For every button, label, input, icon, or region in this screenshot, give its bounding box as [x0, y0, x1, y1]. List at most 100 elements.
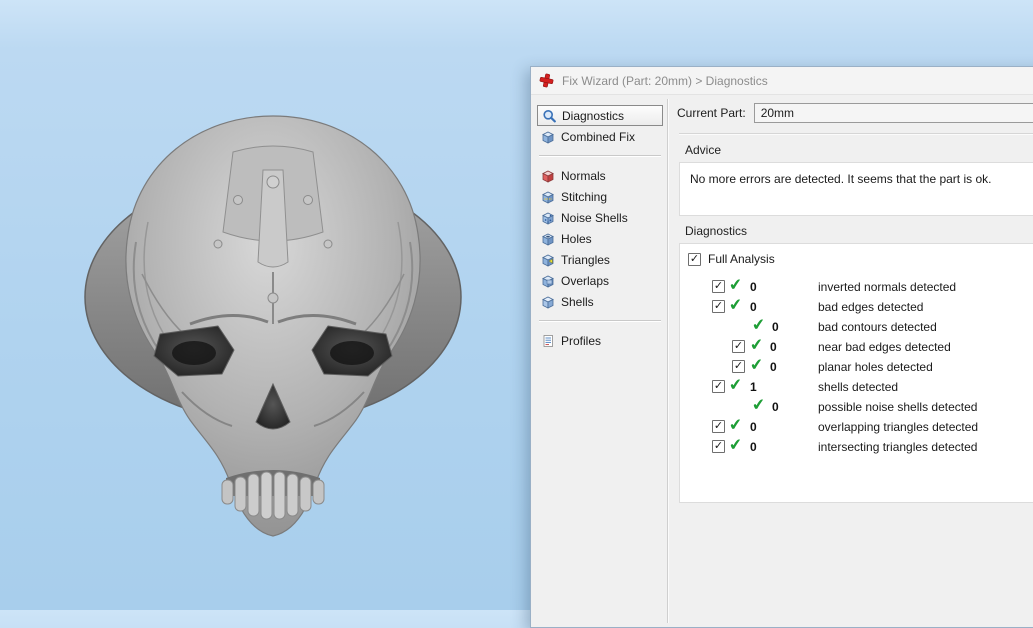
row-checkbox[interactable]: ✓ [712, 300, 725, 313]
row-count: 0 [750, 300, 757, 314]
full-analysis-row: ✓ Full Analysis [688, 250, 1033, 268]
status-ok-icon: ✔ [749, 356, 765, 375]
row-bad-edges: ✓ ✔ 0 bad edges detected [688, 296, 1033, 317]
row-intersecting-triangles: ✓ ✔ 0 intersecting triangles detected [688, 436, 1033, 457]
status-ok-icon: ✔ [728, 436, 744, 455]
row-count: 0 [750, 280, 757, 294]
check-glyph: ✓ [689, 252, 700, 265]
row-inverted-normals: ✓ ✔ 0 inverted normals detected [688, 276, 1033, 297]
row-possible-noise-shells: ✔ 0 possible noise shells detected [688, 396, 1033, 417]
section-divider [679, 133, 1033, 135]
status-ok-icon: ✔ [751, 316, 767, 335]
dialog-titlebar[interactable]: Fix Wizard (Part: 20mm) > Diagnostics [531, 67, 1033, 95]
row-count: 0 [772, 400, 779, 414]
status-ok-icon: ✔ [728, 296, 744, 315]
check-glyph: ✓ [713, 440, 724, 452]
sidebar-item-normals[interactable]: Normals [537, 165, 663, 186]
status-ok-icon: ✔ [728, 416, 744, 435]
row-near-bad-edges: ✓ ✔ 0 near bad edges detected [688, 336, 1033, 357]
diagnostics-group-label: Diagnostics [685, 224, 748, 238]
check-glyph: ✓ [713, 280, 724, 292]
row-label: bad contours detected [818, 320, 937, 334]
row-count: 1 [750, 380, 757, 394]
sidebar-separator [539, 320, 661, 322]
row-label: planar holes detected [818, 360, 933, 374]
sidebar-item-profiles[interactable]: Profiles [537, 330, 663, 351]
dialog-title: Fix Wizard (Part: 20mm) > Diagnostics [562, 73, 768, 88]
sidebar-item-label: Stitching [561, 189, 608, 204]
sidebar-item-label: Triangles [561, 252, 610, 267]
advice-text: No more errors are detected. It seems th… [690, 172, 992, 186]
row-count: 0 [772, 320, 779, 334]
sidebar-item-label: Normals [561, 168, 606, 183]
fix-wizard-dialog: Fix Wizard (Part: 20mm) > Diagnostics Di… [530, 66, 1033, 628]
diagnostics-panel: ✓ Full Analysis ✓ ✔ 0 inverted normals d… [679, 243, 1033, 503]
sidebar-item-noise-shells[interactable]: Noise Shells [537, 207, 663, 228]
sidebar-item-label: Diagnostics [562, 108, 625, 123]
shells-cube-icon [542, 296, 554, 309]
row-count: 0 [770, 340, 777, 354]
skull-ring-model [84, 115, 462, 537]
magnifier-icon [543, 109, 556, 122]
check-glyph: ✓ [713, 300, 724, 312]
advice-panel: No more errors are detected. It seems th… [679, 162, 1033, 216]
sidebar-item-overlaps[interactable]: Overlaps [537, 270, 663, 291]
sidebar-item-holes[interactable]: Holes [537, 228, 663, 249]
sidebar-item-label: Combined Fix [561, 129, 636, 144]
sidebar-item-stitching[interactable]: Stitching [537, 186, 663, 207]
row-checkbox[interactable]: ✓ [732, 360, 745, 373]
status-ok-icon: ✔ [749, 336, 765, 355]
status-ok-icon: ✔ [728, 276, 744, 295]
sidebar-item-shells[interactable]: Shells [537, 291, 663, 312]
sidebar-item-diagnostics[interactable]: Diagnostics [537, 105, 663, 126]
cube-icon [542, 131, 554, 144]
check-glyph: ✓ [713, 420, 724, 432]
overlaps-cube-icon [542, 275, 554, 288]
row-planar-holes: ✓ ✔ 0 planar holes detected [688, 356, 1033, 377]
holes-cube-icon [542, 233, 554, 246]
advice-group-label: Advice [685, 143, 722, 157]
diagnostics-rows: ✓ ✔ 0 inverted normals detected ✓ ✔ 0 ba… [688, 276, 1033, 457]
full-analysis-checkbox[interactable]: ✓ [688, 252, 701, 266]
row-count: 0 [750, 420, 757, 434]
row-checkbox[interactable]: ✓ [712, 280, 725, 293]
sidebar-item-label: Holes [561, 231, 592, 246]
row-label: overlapping triangles detected [818, 420, 979, 434]
normals-cube-icon [542, 170, 554, 183]
document-icon [543, 334, 553, 347]
status-ok-icon: ✔ [728, 376, 744, 395]
dialog-body: Diagnostics Combined Fix Normals Stitchi… [531, 95, 1033, 627]
sidebar-item-label: Noise Shells [561, 210, 628, 225]
sidebar-item-label: Shells [561, 294, 594, 309]
sidebar-separator [539, 155, 661, 157]
current-part-label: Current Part: [677, 106, 746, 120]
sidebar-item-label: Overlaps [561, 273, 610, 288]
row-count: 0 [750, 440, 757, 454]
row-label: near bad edges detected [818, 340, 951, 354]
current-part-value: 20mm [760, 106, 795, 120]
row-overlapping-triangles: ✓ ✔ 0 overlapping triangles detected [688, 416, 1033, 437]
row-bad-contours: ✔ 0 bad contours detected [688, 316, 1033, 337]
sidebar-item-triangles[interactable]: Triangles [537, 249, 663, 270]
row-checkbox[interactable]: ✓ [712, 440, 725, 453]
row-checkbox[interactable]: ✓ [712, 420, 725, 433]
full-analysis-label: Full Analysis [708, 252, 775, 266]
triangles-cube-icon [542, 254, 554, 267]
sidebar-item-label: Profiles [561, 333, 602, 348]
sidebar: Diagnostics Combined Fix Normals Stitchi… [537, 105, 663, 351]
current-part-input[interactable]: 20mm [753, 103, 1033, 123]
row-count: 0 [770, 360, 777, 374]
row-label: shells detected [818, 380, 899, 394]
row-label: intersecting triangles detected [818, 440, 978, 454]
diagnostics-pane: Current Part: 20mm Advice No more errors… [671, 95, 1033, 627]
noise-shells-cube-icon [542, 212, 554, 225]
fix-wizard-red-cross-icon [539, 73, 554, 88]
sidebar-divider [667, 99, 669, 623]
row-checkbox[interactable]: ✓ [712, 380, 725, 393]
check-glyph: ✓ [733, 340, 744, 352]
row-checkbox[interactable]: ✓ [732, 340, 745, 353]
row-label: inverted normals detected [818, 280, 957, 294]
row-shells: ✓ ✔ 1 shells detected [688, 376, 1033, 397]
check-glyph: ✓ [713, 380, 724, 392]
sidebar-item-combined-fix[interactable]: Combined Fix [537, 126, 663, 147]
